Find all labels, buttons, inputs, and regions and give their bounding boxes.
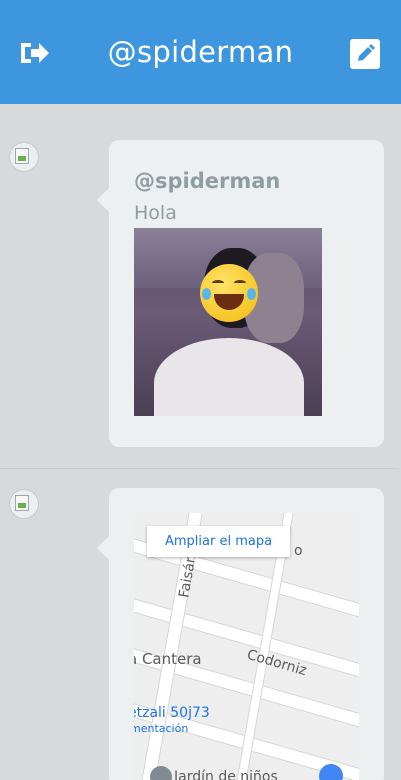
map-label: Jardín de niños [174,769,278,780]
broken-image-icon [15,495,29,511]
emoji-mouth [214,294,244,310]
location-map[interactable]: Faisán a Cantera Codorniz etzali 50j73 m… [134,513,359,780]
emoji-eye [234,280,246,286]
map-label: o [294,543,303,559]
message-username[interactable]: @spiderman [134,169,280,193]
emoji-tear [202,288,211,300]
map-place-marker-icon[interactable] [150,766,172,780]
expand-map-button[interactable]: Ampliar el mapa [147,526,291,557]
map-label: a Cantera [134,650,202,668]
message-bubble: Faisán a Cantera Codorniz etzali 50j73 m… [97,488,384,780]
map-label: mentación [134,722,189,735]
emoji-eye [212,280,224,286]
message-text: Hola [134,202,177,224]
page-title: @spiderman [107,35,294,69]
message-photo[interactable] [134,228,322,416]
photo-person-shirt [154,338,304,416]
laughing-emoji-ball [200,264,258,322]
avatar[interactable] [9,142,39,172]
emoji-tear [247,288,256,300]
message-bubble: @spiderman Hola [97,140,384,447]
avatar[interactable] [9,489,39,519]
app-header: @spiderman [0,0,401,104]
logout-icon[interactable] [19,39,51,67]
map-label: etzali 50j73 [134,705,210,721]
edit-icon[interactable] [350,39,380,69]
broken-image-icon [15,148,29,164]
